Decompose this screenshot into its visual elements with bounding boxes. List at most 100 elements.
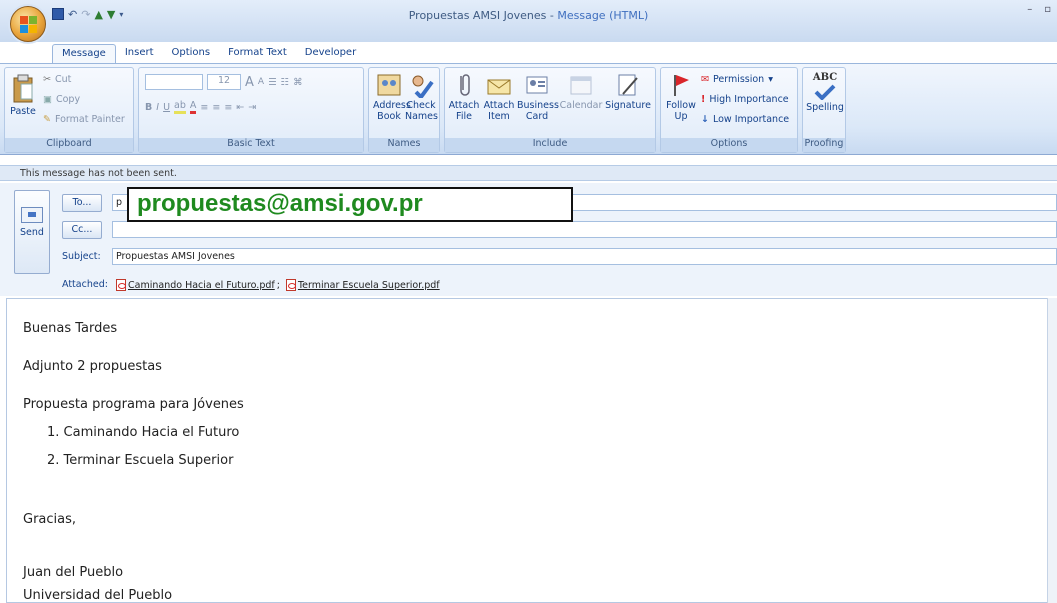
grow-font-button[interactable]: A — [245, 75, 254, 90]
cut-button[interactable]: ✂ Cut — [43, 74, 71, 85]
message-body[interactable]: Buenas Tardes Adjunto 2 propuestas Propu… — [6, 298, 1052, 603]
restore-icon[interactable]: ▫ — [1044, 4, 1051, 15]
title-bar: ↶ ↷ ▲ ▼ ▾ Propuestas AMSI Jovenes - Mess… — [0, 0, 1057, 42]
check-names-button[interactable]: Check Names — [405, 72, 438, 122]
pdf-icon — [285, 279, 296, 291]
font-size-dropdown[interactable]: 12 — [207, 74, 241, 90]
basic-text-group: 12 A A ☰ ☷ ⌘ B I U ab A ≡ ≡ ≡ ⇤ ⇥ Basic … — [138, 67, 364, 153]
window-title-separator: - — [546, 9, 558, 22]
minimize-icon[interactable]: – — [1027, 4, 1032, 15]
subject-field[interactable]: Propuestas AMSI Jovenes — [112, 248, 1057, 265]
attachments-list: Caminando Hacia el Futuro.pdf ; Terminar… — [116, 279, 440, 291]
calendar-icon — [570, 76, 592, 95]
to-button[interactable]: To... — [62, 194, 102, 212]
copy-button[interactable]: ▣ Copy — [43, 94, 80, 105]
clipboard-group: Paste ✂ Cut ▣ Copy ✎ Format Painter Clip… — [4, 67, 134, 153]
include-caption: Include — [445, 138, 655, 152]
paste-label: Paste — [10, 106, 36, 117]
permission-icon: ✉ — [701, 74, 709, 85]
low-importance-label: Low Importance — [712, 114, 790, 125]
ribbon: Paste ✂ Cut ▣ Copy ✎ Format Painter Clip… — [0, 63, 1057, 155]
underline-button[interactable]: U — [163, 102, 170, 113]
tab-insert[interactable]: Insert — [116, 44, 163, 64]
checkmark-icon — [814, 84, 836, 100]
highlight-icon[interactable]: ab — [174, 100, 186, 114]
high-importance-label: High Importance — [709, 94, 789, 105]
status-bar: This message has not been sent. — [0, 165, 1057, 181]
attach-item-button[interactable]: Attach Item — [483, 72, 515, 122]
numbering-icon[interactable]: ☷ — [281, 77, 290, 88]
body-signature-org: Universidad del Pueblo — [23, 588, 173, 603]
window-title-type: Message (HTML) — [557, 9, 649, 22]
format-painter-button[interactable]: ✎ Format Painter — [43, 114, 125, 125]
bullets-icon[interactable]: ☰ — [268, 77, 277, 88]
format-painter-icon: ✎ — [43, 114, 51, 125]
attach-file-button[interactable]: Attach File — [447, 72, 481, 122]
format-row: B I U ab A ≡ ≡ ≡ ⇤ ⇥ — [145, 100, 256, 114]
permission-label: Permission — [712, 74, 765, 85]
increase-indent-icon[interactable]: ⇥ — [248, 102, 256, 113]
cc-button[interactable]: Cc... — [62, 221, 102, 239]
vertical-scrollbar[interactable] — [1047, 298, 1057, 603]
proofing-caption: Proofing — [803, 138, 845, 152]
address-book-button[interactable]: Address Book — [373, 72, 411, 122]
follow-up-button[interactable]: Follow Up — [663, 72, 699, 122]
align-center-icon[interactable]: ≡ — [212, 102, 220, 113]
high-importance-icon: ! — [701, 94, 706, 105]
copy-label: Copy — [55, 94, 81, 105]
tab-format-text[interactable]: Format Text — [219, 44, 296, 64]
paste-icon — [13, 74, 33, 103]
include-group: Attach File Attach Item Business Card Ca… — [444, 67, 656, 153]
align-right-icon[interactable]: ≡ — [224, 102, 232, 113]
italic-button[interactable]: I — [156, 102, 159, 113]
paperclip-icon — [460, 74, 470, 96]
send-button[interactable]: Send — [14, 190, 50, 274]
permission-button[interactable]: ✉ Permission ▾ — [701, 74, 773, 85]
calendar-button[interactable]: Calendar — [559, 72, 603, 111]
paste-button[interactable]: Paste — [9, 74, 37, 117]
body-line: Adjunto 2 propuestas — [23, 359, 162, 374]
check-label-2: Names — [405, 111, 438, 122]
options-group: Follow Up ✉ Permission ▾ ! High Importan… — [660, 67, 798, 153]
format-painter-label: Format Painter — [54, 114, 125, 125]
tab-message[interactable]: Message — [52, 44, 116, 64]
ribbon-tabs: Message Insert Options Format Text Devel… — [52, 44, 365, 64]
attachment-link[interactable]: Terminar Escuela Superior.pdf — [298, 280, 440, 291]
low-importance-icon: ↓ — [701, 114, 709, 125]
bold-button[interactable]: B — [145, 102, 152, 113]
follow-up-label-1: Follow — [666, 100, 696, 111]
send-icon — [21, 207, 43, 223]
attachment-link[interactable]: Caminando Hacia el Futuro.pdf — [128, 280, 275, 291]
attach-item-icon — [487, 79, 511, 95]
decrease-indent-icon[interactable]: ⇤ — [236, 102, 244, 113]
font-row: 12 A A ☰ ☷ ⌘ — [145, 74, 303, 90]
body-signature-name: Juan del Pueblo — [23, 565, 124, 580]
business-card-button[interactable]: Business Card — [517, 72, 559, 122]
font-name-dropdown[interactable] — [145, 74, 203, 90]
names-group: Address Book Check Names Names — [368, 67, 440, 153]
names-caption: Names — [369, 138, 439, 152]
cc-field[interactable] — [112, 221, 1057, 238]
signature-icon — [618, 74, 638, 96]
tab-developer[interactable]: Developer — [296, 44, 365, 64]
basic-text-caption: Basic Text — [139, 138, 363, 152]
body-closing: Gracias, — [23, 512, 77, 527]
window-title-text: Propuestas AMSI Jovenes — [408, 9, 547, 22]
font-color-icon[interactable]: A — [189, 100, 197, 114]
spelling-button[interactable]: ABC Spelling — [805, 72, 845, 113]
tab-options[interactable]: Options — [163, 44, 220, 64]
align-left-icon[interactable]: ≡ — [200, 102, 208, 113]
calendar-label: Calendar — [559, 100, 603, 111]
styles-icon[interactable]: ⌘ — [293, 77, 303, 88]
cut-label: Cut — [54, 74, 72, 85]
copy-icon: ▣ — [43, 94, 52, 105]
cut-icon: ✂ — [43, 74, 51, 85]
window-title: Propuestas AMSI Jovenes - Message (HTML) — [0, 9, 1057, 22]
check-names-icon — [412, 75, 434, 98]
signature-button[interactable]: Signature — [603, 72, 653, 111]
address-label-2: Book — [377, 111, 401, 122]
body-list-item: 1. Caminando Hacia el Futuro — [47, 425, 240, 440]
shrink-font-button[interactable]: A — [258, 77, 264, 87]
low-importance-button[interactable]: ↓ Low Importance — [701, 114, 789, 125]
high-importance-button[interactable]: ! High Importance — [701, 94, 789, 105]
